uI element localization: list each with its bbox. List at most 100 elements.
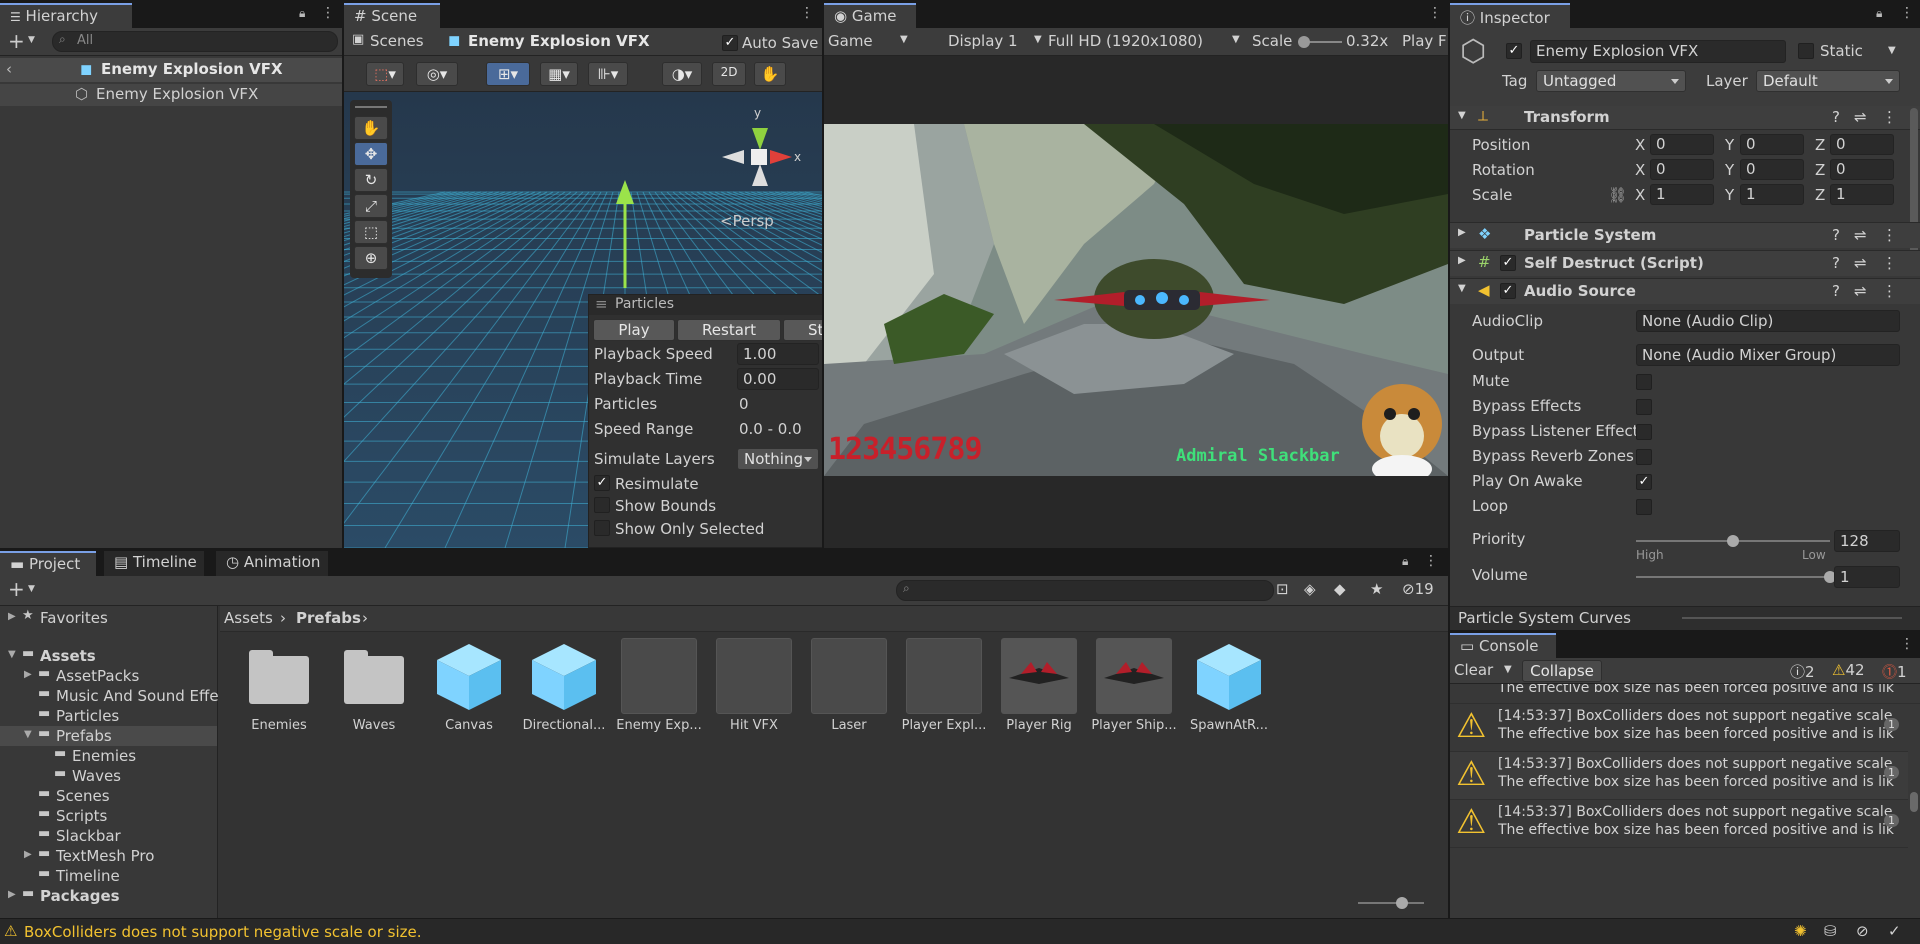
volume-slider[interactable] xyxy=(1636,571,1836,583)
asset-ship-icon[interactable] xyxy=(1001,638,1077,714)
tree-item-tree-0[interactable]: ▶ ▬ AssetPacks xyxy=(0,666,217,686)
console-collapse-button[interactable]: Collapse xyxy=(1522,660,1602,682)
lock-icon[interactable]: 🔒︎ xyxy=(1876,6,1882,21)
more-icon[interactable]: ⋮ xyxy=(1900,636,1914,652)
object-name-field[interactable]: Enemy Explosion VFX xyxy=(1530,40,1786,63)
scale-tool-icon[interactable]: ⤢ xyxy=(354,194,388,218)
lighting-icon[interactable]: ✋ xyxy=(754,62,786,86)
check-icon[interactable]: ✓ xyxy=(1888,922,1901,940)
breadcrumb-assets[interactable]: Assets xyxy=(224,609,273,627)
audio-toggle-checkbox[interactable] xyxy=(1636,499,1652,515)
asset-blank-icon[interactable] xyxy=(906,638,982,714)
persp-label[interactable]: <Persp xyxy=(720,212,774,230)
foldout-closed-icon[interactable]: ▶ xyxy=(24,669,32,680)
preset-icon[interactable]: ⇌ xyxy=(1854,226,1867,244)
filter-type-icon[interactable]: ◈ xyxy=(1304,580,1316,598)
tree-item-favorites[interactable]: ▶ ★ Favorites xyxy=(0,608,217,628)
foldout-closed-icon[interactable]: ▶ xyxy=(1458,227,1466,238)
tree-item-tree-10[interactable]: ▬ Timeline xyxy=(0,866,217,886)
simulate-layers-dropdown[interactable]: Nothing xyxy=(737,448,819,470)
more-icon[interactable]: ⋮ xyxy=(800,5,814,21)
back-icon[interactable]: ‹ xyxy=(6,60,12,78)
transform-y-field[interactable]: 1 xyxy=(1740,184,1804,205)
breadcrumb-prefabs[interactable]: Prefabs xyxy=(296,609,361,627)
asset-ship-icon[interactable] xyxy=(1096,638,1172,714)
transform-x-field[interactable]: 0 xyxy=(1650,159,1714,180)
layer-dropdown[interactable]: Default xyxy=(1756,70,1900,92)
zoom-slider-thumb[interactable] xyxy=(1396,897,1408,909)
drag-handle-icon[interactable]: ≡ xyxy=(595,295,608,313)
orientation-gizmo[interactable]: y x xyxy=(714,106,804,196)
tree-item-tree-4[interactable]: ▬ Enemies xyxy=(0,746,217,766)
asset-label[interactable]: SpawnAtR... xyxy=(1177,718,1281,733)
more-icon[interactable]: ⋮ xyxy=(1882,108,1897,126)
asset-label[interactable]: Player Expl... xyxy=(892,718,996,733)
console-scrollbar[interactable] xyxy=(1910,792,1918,812)
inspector-tab[interactable]: ⓘ Inspector xyxy=(1450,3,1570,28)
add-icon[interactable]: + xyxy=(8,29,25,53)
scenes-breadcrumb[interactable]: Scenes xyxy=(370,32,424,50)
scene-tab[interactable]: # Scene xyxy=(344,3,440,28)
asset-blank-icon[interactable] xyxy=(716,638,792,714)
search-by-type-icon[interactable]: ⊡ xyxy=(1276,580,1289,598)
particles-play-button[interactable]: Play xyxy=(593,319,675,341)
transform-tool-icon[interactable]: ⊕ xyxy=(354,246,388,270)
asset-label[interactable]: Laser xyxy=(797,718,901,733)
tree-item-tree-7[interactable]: ▬ Scripts xyxy=(0,806,217,826)
foldout-closed-icon[interactable]: ▶ xyxy=(24,849,32,860)
priority-slider-thumb[interactable] xyxy=(1727,535,1739,547)
volume-field[interactable]: 1 xyxy=(1834,566,1900,588)
more-icon[interactable]: ⋮ xyxy=(1882,282,1897,300)
tag-dropdown[interactable]: Untagged xyxy=(1536,70,1686,92)
gizmo-toggle-button[interactable]: ⊞▾ xyxy=(486,62,530,86)
chevron-down-icon[interactable]: ▼ xyxy=(1888,45,1896,56)
asset-label[interactable]: Enemies xyxy=(227,718,331,733)
globe-icon[interactable]: ◎▾ xyxy=(416,62,458,86)
status-message[interactable]: BoxColliders does not support negative s… xyxy=(24,923,422,941)
scale-slider[interactable] xyxy=(1298,36,1342,48)
particles-restart-button[interactable]: Restart xyxy=(677,319,781,341)
audio-toggle-checkbox[interactable] xyxy=(1636,424,1652,440)
tree-item-tree-5[interactable]: ▬ Waves xyxy=(0,766,217,786)
console-tab[interactable]: ▭ Console xyxy=(1450,633,1556,658)
transform-y-field[interactable]: 0 xyxy=(1740,134,1804,155)
component-header-0[interactable]: ▶ ❖ Particle System? ⇌ ⋮ xyxy=(1450,222,1920,248)
show-only-selected-checkbox[interactable] xyxy=(594,520,610,536)
component-header-2[interactable]: ▼ ◀ ✓ Audio Source? ⇌ ⋮ xyxy=(1450,278,1920,304)
auto-save-checkbox[interactable]: ✓ xyxy=(722,35,738,51)
foldout-closed-icon[interactable]: ▶ xyxy=(8,889,16,900)
preset-icon[interactable]: ⇌ xyxy=(1854,282,1867,300)
project-tab[interactable]: ▬ Project xyxy=(0,551,96,576)
lighting-icon[interactable]: ✺ xyxy=(1794,922,1807,940)
asset-label[interactable]: Directional... xyxy=(512,718,616,733)
game-view[interactable]: 123456789 Admiral Slackbar xyxy=(824,124,1448,476)
display-dropdown[interactable]: Display 1 ▼ xyxy=(948,32,1048,50)
cache-icon[interactable]: ⛁ xyxy=(1824,922,1837,940)
rect-tool-icon[interactable]: ⬚ xyxy=(354,220,388,244)
asset-label[interactable]: Player Rig xyxy=(987,718,1091,733)
resimulate-checkbox[interactable]: ✓ xyxy=(594,475,610,491)
more-icon[interactable]: ⋮ xyxy=(1428,5,1442,21)
hand-tool-icon[interactable]: ✋ xyxy=(354,116,388,140)
animation-tab[interactable]: ◷ Animation xyxy=(216,551,328,576)
error-count-toggle[interactable]: ⓵1 xyxy=(1882,661,1907,682)
move-tool-icon[interactable]: ✥ xyxy=(354,142,388,166)
project-search-input[interactable]: ⌕ xyxy=(896,580,1274,601)
asset-blank-icon[interactable] xyxy=(811,638,887,714)
lock-icon[interactable]: 🔒︎ xyxy=(1402,554,1408,569)
zoom-slider[interactable] xyxy=(1358,897,1424,909)
preset-icon[interactable]: ⇌ xyxy=(1854,254,1867,272)
foldout-closed-icon[interactable]: ▶ xyxy=(1458,255,1466,266)
static-checkbox[interactable] xyxy=(1798,43,1814,59)
foldout-open-icon[interactable]: ▼ xyxy=(1458,283,1466,294)
hierarchy-tab[interactable]: ☰ Hierarchy xyxy=(0,3,132,28)
asset-folder-icon[interactable] xyxy=(336,638,412,714)
game-mode-dropdown[interactable]: Game ▼ xyxy=(828,32,938,50)
console-log-entry[interactable]: ⚠ [14:53:37] BoxColliders does not suppor… xyxy=(1450,752,1908,800)
lock-icon[interactable]: 🔒︎ xyxy=(299,6,305,21)
chevron-down-icon[interactable]: ▼ xyxy=(28,584,35,594)
foldout-open-icon[interactable]: ▼ xyxy=(8,649,16,660)
increment-snap-button[interactable]: ⊪▾ xyxy=(588,62,628,86)
audio-toggle-checkbox[interactable] xyxy=(1636,374,1652,390)
favorite-star-icon[interactable]: ★ xyxy=(1370,580,1383,598)
